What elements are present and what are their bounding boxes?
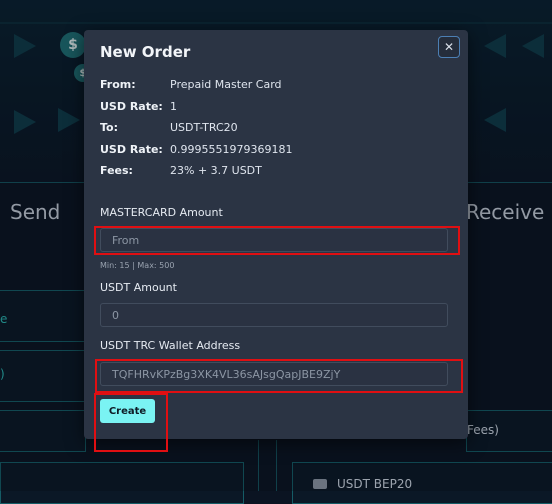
usdt-amount-value: 0 [112,308,119,322]
usdt-amount-input[interactable]: 0 [100,303,448,327]
info-value: Prepaid Master Card [170,78,282,91]
info-label: From: [100,78,136,91]
close-icon: ✕ [443,40,455,54]
mastercard-amount-label: MASTERCARD Amount [100,206,223,219]
info-label: Fees: [100,164,133,177]
info-label: USD Rate: [100,99,163,113]
info-value: 23% + 3.7 USDT [170,164,262,177]
amount-input-highlight [94,226,460,255]
wallet-input-highlight [95,359,463,393]
info-value: USDT-TRC20 [170,121,238,134]
info-label: To: [100,121,118,134]
info-value: 0.9995551979369181 [170,142,293,156]
wallet-address-label: USDT TRC Wallet Address [100,339,241,352]
create-button-highlight [94,393,168,452]
usdt-amount-label: USDT Amount [100,281,177,294]
info-value: 1 [170,99,177,113]
info-label: USD Rate: [100,142,163,156]
close-button[interactable]: ✕ [438,36,460,58]
modal-title: New Order [100,43,191,61]
amount-limit-hint: Min: 15 | Max: 500 [100,261,175,270]
